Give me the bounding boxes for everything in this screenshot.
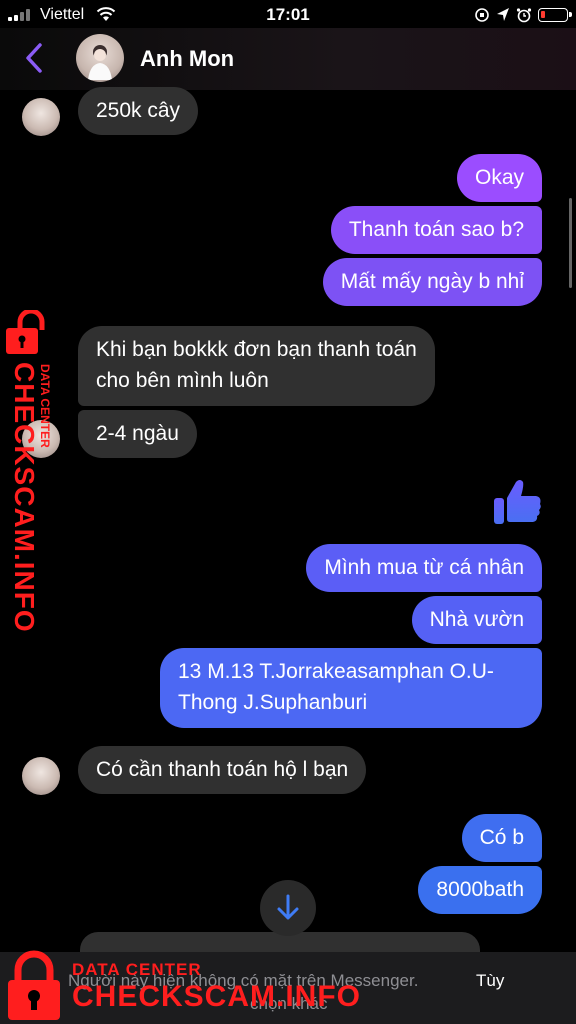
message-bubble-incoming[interactable]: 250k cây: [78, 87, 199, 135]
message-text-line: Thong J.Suphanburi: [178, 691, 368, 714]
sender-avatar: [22, 98, 60, 136]
rotation-lock-icon: [475, 8, 489, 22]
message-bubble-outgoing[interactable]: 8000bath: [418, 866, 542, 914]
message-bubble-outgoing[interactable]: Mất mấy ngày b nhỉ: [322, 258, 542, 306]
contact-name[interactable]: Anh Mon: [140, 46, 234, 72]
sender-avatar: [22, 757, 60, 795]
battery-icon: [538, 8, 572, 22]
message-text: 250k cây: [96, 99, 181, 122]
message-text: 8000bath: [436, 878, 524, 901]
message-bubble-incoming[interactable]: Khi bạn bokkk đơn bạn thanh toán cho bên…: [78, 326, 435, 406]
message-bubble-outgoing[interactable]: 13 M.13 T.Jorrakeasamphan O.U- Thong J.S…: [160, 648, 542, 728]
message-text: Nhà vườn: [429, 608, 524, 631]
message-bubble-outgoing[interactable]: Có b: [461, 814, 542, 862]
message-bubble-outgoing[interactable]: Mình mua từ cá nhân: [306, 544, 542, 592]
message-text: Có b: [479, 826, 524, 849]
contact-avatar[interactable]: [76, 34, 124, 82]
back-icon[interactable]: [24, 42, 44, 74]
message-bubble-outgoing[interactable]: Okay: [456, 154, 542, 202]
message-text: 2-4 ngàu: [96, 422, 179, 445]
watermark-left: CHECKSCAM.INFO DATA CENTER: [2, 310, 62, 633]
message-bubble-incoming[interactable]: 2-4 ngàu: [78, 410, 197, 458]
message-text-line: cho bên mình luôn: [96, 369, 269, 392]
message-bubble-outgoing[interactable]: Nhà vườn: [411, 596, 542, 644]
message-text-line: Khi bạn bokkk đơn bạn thanh toán: [96, 338, 417, 361]
scrollbar[interactable]: [569, 198, 572, 288]
like-icon[interactable]: [492, 476, 544, 528]
message-text: Mất mấy ngày b nhỉ: [340, 270, 524, 293]
message-text: Okay: [474, 166, 524, 189]
scroll-down-icon: [277, 894, 299, 920]
status-icons: [474, 5, 572, 25]
message-bubble-outgoing[interactable]: Thanh toán sao b?: [330, 206, 542, 254]
alarm-icon: [516, 8, 532, 23]
message-bubble-incoming[interactable]: Có cần thanh toán hộ l bạn: [78, 746, 367, 794]
status-bar: Viettel 17:01: [0, 0, 576, 30]
location-icon: [497, 8, 509, 21]
watermark-subtext: DATA CENTER: [38, 364, 52, 448]
watermark-text: CHECKSCAM.INFO: [72, 980, 361, 1013]
watermark-text: CHECKSCAM.INFO: [9, 362, 40, 633]
message-text-line: 13 M.13 T.Jorrakeasamphan O.U-: [178, 660, 494, 683]
watermark-subtext: DATA CENTER: [72, 960, 202, 979]
lock-icon: [8, 950, 60, 1020]
message-text: Mình mua từ cá nhân: [324, 556, 524, 579]
message-text: Thanh toán sao b?: [348, 218, 524, 241]
more-options-button[interactable]: Tùy: [476, 971, 504, 991]
scroll-to-bottom-button[interactable]: [260, 880, 316, 936]
lock-icon: [6, 310, 45, 354]
conversation-header: Anh Mon: [0, 28, 576, 90]
message-text: Có cần thanh toán hộ l bạn: [96, 758, 349, 781]
